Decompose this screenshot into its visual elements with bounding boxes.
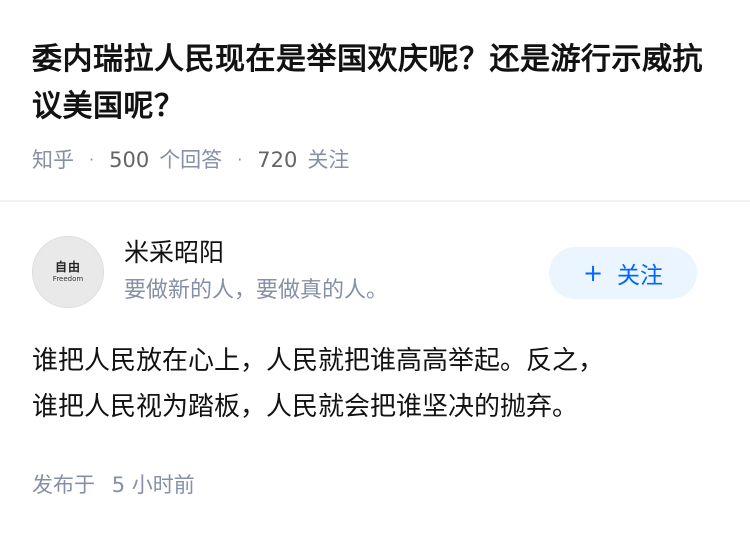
avatar-subtext: Freedom	[52, 275, 84, 283]
answer-timestamp: 发布于 5 小时前	[32, 470, 195, 500]
author-info: 自由 Freedom 米采昭阳 要做新的人，要做真的人。 + 关注	[0, 230, 750, 316]
avatar[interactable]: 自由 Freedom	[32, 236, 104, 308]
follower-count: 720	[257, 148, 298, 172]
follow-button[interactable]: + 关注	[549, 247, 697, 299]
meta-separator: ·	[89, 150, 95, 169]
answer-content[interactable]: 谁把人民放在心上，人民就把谁高高举起。反之， 谁把人民视为踏板，人民就会把谁坚决…	[32, 338, 722, 430]
answer-line: 谁把人民放在心上，人民就把谁高高举起。反之，	[32, 346, 605, 376]
answer-line: 谁把人民视为踏板，人民就会把谁坚决的抛弃。	[32, 392, 579, 422]
site-name[interactable]: 知乎	[32, 145, 74, 175]
timestamp-value: 5 小时前	[111, 473, 195, 497]
answer-count-label: 个回答	[159, 148, 223, 172]
follower-count-label: 关注	[307, 148, 350, 172]
author-bio: 要做新的人，要做真的人。	[124, 278, 389, 303]
follow-button-label: 关注	[617, 263, 664, 289]
plus-icon: +	[582, 259, 604, 287]
timestamp-prefix: 发布于	[32, 473, 95, 497]
author-name[interactable]: 米采昭阳	[124, 236, 224, 270]
question-title[interactable]: 委内瑞拉人民现在是举国欢庆呢？还是游行示威抗议美国呢？	[32, 36, 732, 130]
meta-separator: ·	[237, 150, 243, 169]
section-divider	[0, 200, 750, 202]
question-meta: 知乎 · 500 个回答 · 720 关注	[32, 145, 349, 175]
question-header: 委内瑞拉人民现在是举国欢庆呢？还是游行示威抗议美国呢？ 知乎 · 500 个回答…	[0, 0, 750, 200]
answer-count: 500	[109, 148, 150, 172]
avatar-text: 自由	[54, 260, 81, 274]
